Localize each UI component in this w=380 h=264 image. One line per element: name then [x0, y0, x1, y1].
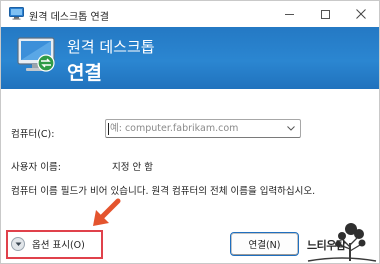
- computer-label: 컴퓨터(C):: [11, 129, 55, 140]
- computer-input[interactable]: [108, 121, 280, 136]
- maximize-button[interactable]: [307, 1, 343, 27]
- maximize-icon: [320, 9, 330, 19]
- computer-combobox[interactable]: [105, 119, 301, 138]
- annotation-arrow-icon: [93, 198, 121, 226]
- close-button[interactable]: [343, 1, 379, 27]
- monitor-connection-icon: [17, 37, 55, 72]
- info-message: 컴퓨터 이름 필드가 비어 있습니다. 원격 컴퓨터의 전체 이름을 입력하십시…: [11, 186, 316, 197]
- title-bar: 원격 데스크톱 연결: [1, 1, 379, 27]
- computer-dropdown-button[interactable]: [284, 122, 298, 135]
- header-title: 원격 데스크톱: [67, 38, 155, 56]
- header-subtitle: 연결: [67, 62, 102, 84]
- connect-button[interactable]: 연결(N): [230, 232, 299, 256]
- user-name-label: 사용자 이름:: [11, 162, 61, 173]
- user-name-value: 지정 안 함: [112, 162, 153, 173]
- dropdown-arrow-icon: [287, 126, 295, 131]
- close-icon: [356, 9, 366, 19]
- header-banner: 원격 데스크톱 연결: [1, 27, 379, 89]
- window-title: 원격 데스크톱 연결: [29, 12, 109, 23]
- remote-desktop-icon: [9, 7, 24, 20]
- watermark-text: 느티우탐: [307, 239, 346, 252]
- minimize-icon: [284, 13, 294, 15]
- minimize-button[interactable]: [271, 1, 307, 27]
- options-highlight-box: [6, 230, 103, 259]
- remote-desktop-window: 원격 데스크톱 연결 원격 데스크톱 연결 컴퓨터(C): 예: compute…: [0, 0, 380, 264]
